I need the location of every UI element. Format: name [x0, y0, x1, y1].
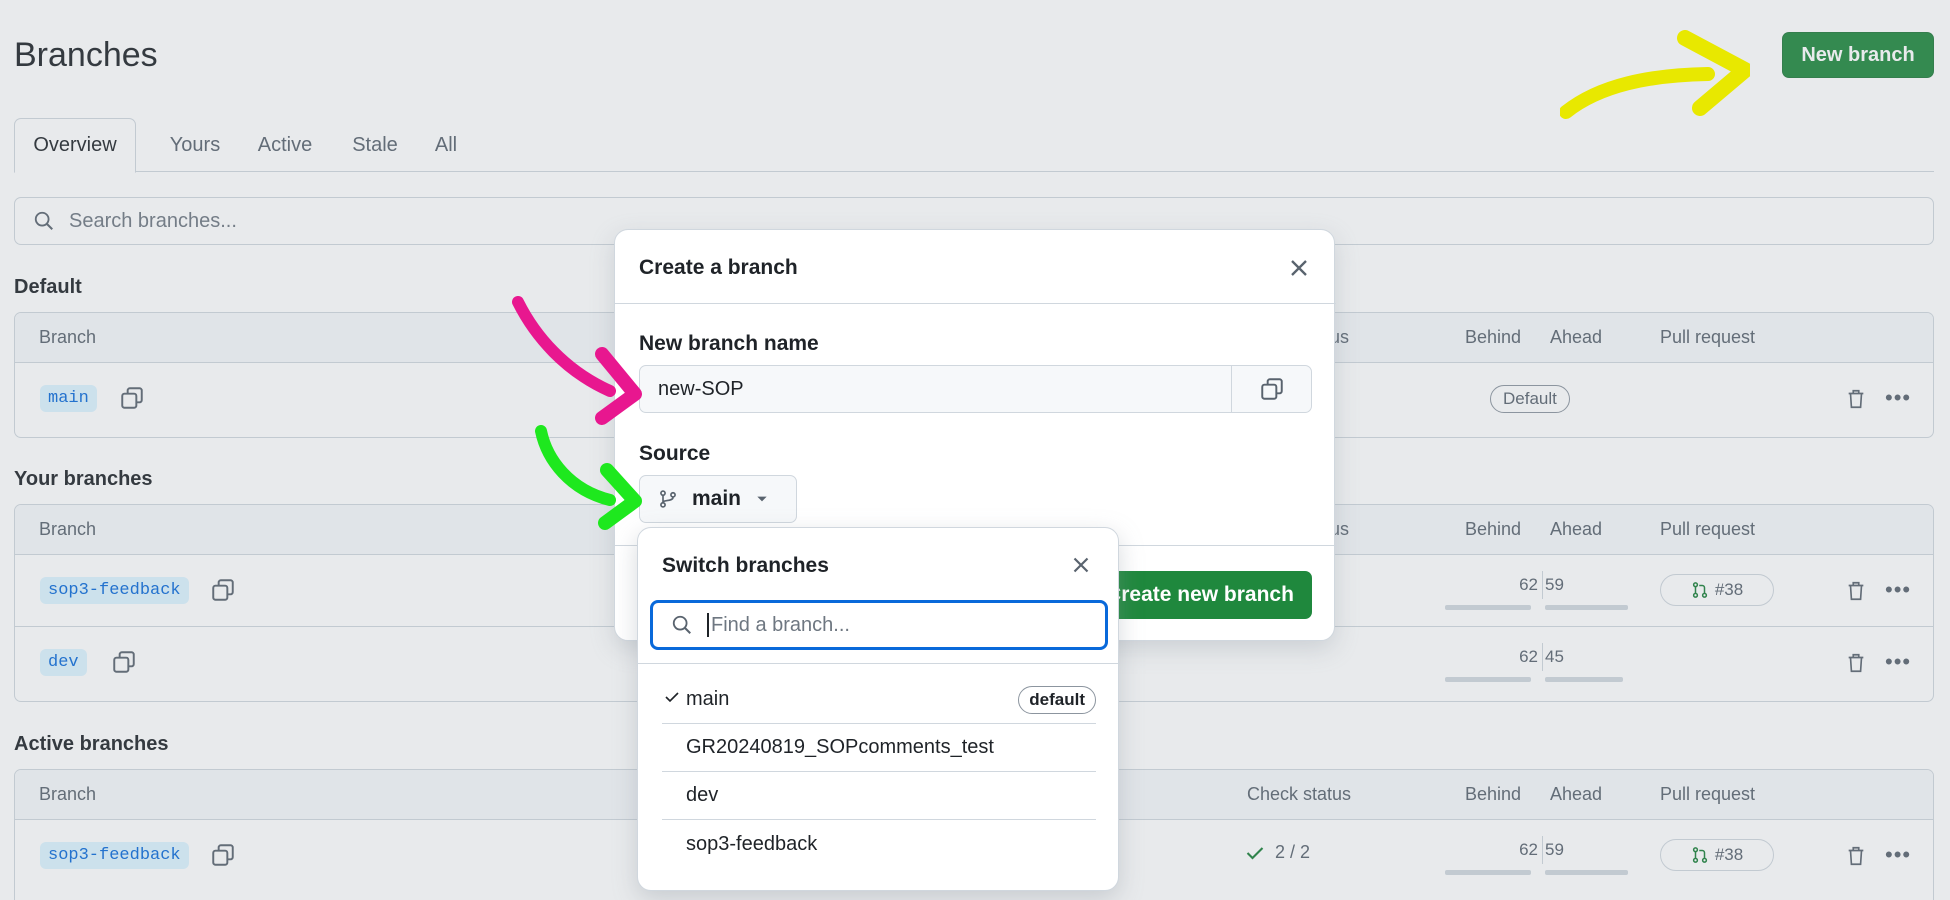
- source-branch-dropdown[interactable]: main: [639, 475, 797, 523]
- branch-filter-input[interactable]: Find a branch...: [650, 600, 1108, 650]
- branch-option-label: main: [686, 688, 730, 710]
- source-branch-value: main: [692, 487, 742, 510]
- divider: [615, 303, 1336, 304]
- copy-icon: [1260, 378, 1283, 400]
- close-icon[interactable]: [1068, 552, 1094, 578]
- branch-option-label: dev: [686, 784, 719, 806]
- magenta-annotation-arrow: [512, 296, 642, 425]
- create-branch-button[interactable]: Create new branch: [1088, 571, 1312, 619]
- search-icon: [672, 615, 691, 634]
- copy-branch-name-button[interactable]: [1231, 366, 1311, 412]
- branch-filter-placeholder: Find a branch...: [711, 613, 850, 636]
- yellow-annotation-arrow: [1560, 30, 1750, 119]
- branch-name-value: new-SOP: [658, 377, 744, 400]
- chevron-down-icon: [757, 496, 767, 502]
- branch-name-label: New branch name: [639, 332, 819, 355]
- close-icon[interactable]: [1285, 254, 1313, 282]
- check-icon: [662, 688, 686, 711]
- dialog-title: Create a branch: [639, 256, 798, 279]
- branch-option-label: sop3-feedback: [686, 832, 818, 855]
- branch-option[interactable]: dev: [662, 772, 1096, 820]
- git-branch-icon: [660, 490, 676, 508]
- switch-branches-menu: Switch branches Find a branch... main de…: [637, 527, 1120, 891]
- green-annotation-arrow: [535, 425, 642, 530]
- default-badge: default: [1018, 685, 1096, 714]
- branch-option[interactable]: main default: [662, 676, 1096, 724]
- branch-option[interactable]: GR20240819_SOPcomments_test: [662, 724, 1096, 772]
- text-caret: [707, 613, 709, 637]
- branch-name-field[interactable]: new-SOP: [639, 365, 1312, 413]
- menu-title: Switch branches: [662, 554, 829, 577]
- branch-option[interactable]: sop3-feedback: [662, 820, 1096, 868]
- divider: [638, 663, 1120, 664]
- branch-option-label: GR20240819_SOPcomments_test: [686, 736, 994, 758]
- source-label: Source: [639, 442, 711, 465]
